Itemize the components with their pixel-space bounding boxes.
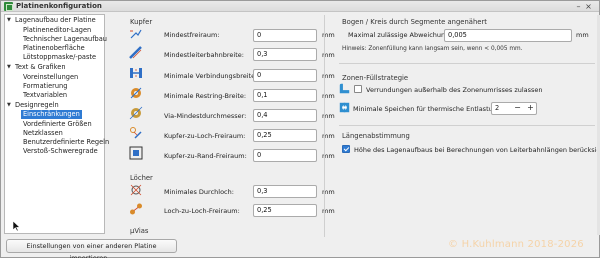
tree-item-physical-stackup[interactable]: Technischer Lagenaufbau	[23, 35, 107, 44]
tree-item-custom-rules[interactable]: Benutzerdefinierte Regeln	[23, 138, 109, 147]
title-bar: Platinenkonfiguration – ×	[1, 1, 599, 12]
thermal-relief-icon	[339, 102, 350, 113]
min-clearance-icon	[130, 29, 142, 39]
section-title-zone-fill: Zonen-Füllstrategie	[342, 74, 409, 82]
tree-item-constraints[interactable]: Einschränkungen	[21, 110, 82, 119]
min-connection-width-label: Minimale Verbindungsbreite:	[164, 72, 258, 80]
tree-item-defaults[interactable]: Voreinstellungen	[23, 73, 78, 82]
copper-hole-clearance-input[interactable]: 0,25	[253, 129, 317, 142]
section-title-arc-approximation: Bogen / Kreis durch Segmente angenähert	[342, 18, 487, 26]
min-annular-ring-label: Minimale Restring-Breite:	[164, 92, 247, 100]
board-setup-window: Platinenkonfiguration – × ▼ Lagenaufbau …	[0, 0, 600, 258]
tree-item-predefined-sizes[interactable]: Vordefinierte Größen	[23, 120, 92, 129]
min-hole-input[interactable]: 0,3	[253, 185, 317, 198]
min-track-width-label: Mindestleiterbahnbreite:	[164, 51, 244, 59]
min-spokes-value: 2	[495, 104, 500, 112]
max-deviation-label: Maximal zulässige Abweichung:	[348, 31, 452, 39]
copper-edge-clearance-label: Kupfer-zu-Rand-Freiraum:	[164, 152, 247, 160]
copyright-watermark: © H.Kuhlmann 2018-2026	[448, 239, 584, 250]
min-track-width-icon	[129, 46, 142, 59]
window-title: Platinenkonfiguration	[16, 2, 102, 10]
tree-group-text-graphics[interactable]: Text & Grafiken	[15, 63, 66, 72]
min-clearance-input[interactable]: 0	[253, 29, 317, 42]
min-clearance-label: Mindestfreiraum:	[164, 31, 220, 39]
tree-item-board-editor-layers[interactable]: Platineneditor-Lagen	[23, 26, 91, 35]
tree-item-formatting[interactable]: Formatierung	[23, 82, 67, 91]
copper-edge-clearance-input[interactable]: 0	[253, 149, 317, 162]
chevron-down-icon[interactable]: ▼	[7, 63, 14, 72]
copper-hole-clearance-icon	[130, 127, 142, 139]
min-connection-width-input[interactable]: 0	[253, 69, 317, 82]
min-track-width-input[interactable]: 0,3	[253, 48, 317, 61]
min-hole-icon	[130, 184, 142, 196]
copper-hole-clearance-label: Kupfer-zu-Loch-Freiraum:	[164, 132, 246, 140]
minus-icon[interactable]: −	[512, 103, 523, 114]
min-spokes-label: Minimale Speichen für thermische Entlast…	[353, 105, 504, 113]
max-deviation-input[interactable]: 0,005	[444, 29, 572, 42]
hole-to-hole-input[interactable]: 0,25	[253, 204, 317, 217]
tree-item-text-variables[interactable]: Textvariablen	[23, 91, 67, 100]
include-stackup-height-checkbox[interactable]	[342, 145, 350, 153]
zone-fill-hint: Hinweis: Zonenfüllung kann langsam sein,…	[342, 46, 523, 52]
tree-item-violation-severity[interactable]: Verstoß-Schweregrade	[23, 147, 98, 156]
allow-fillets-outside-label: Verrundungen außerhalb des Zonenumrisses…	[366, 86, 543, 94]
min-connection-width-icon	[130, 68, 142, 78]
min-annular-ring-icon	[130, 87, 142, 99]
min-annular-ring-input[interactable]: 0,1	[253, 89, 317, 102]
include-stackup-height-label: Höhe des Lagenaufbaus bei Berechnungen v…	[354, 146, 600, 154]
section-divider	[339, 125, 595, 126]
via-min-diameter-label: Via-Mindestdurchmesser:	[164, 112, 247, 120]
plus-icon[interactable]: +	[525, 103, 536, 114]
zone-outline-icon	[339, 83, 350, 94]
tree-group-board-stackup[interactable]: Lagenaufbau der Platine	[15, 16, 96, 25]
import-settings-button[interactable]: Einstellungen von einer anderen Platine …	[6, 239, 177, 258]
unit-label: mm	[576, 31, 589, 39]
chevron-down-icon[interactable]: ▼	[7, 16, 14, 25]
section-title-length-tuning: Längenabstimmung	[342, 132, 410, 140]
close-icon[interactable]: ×	[584, 2, 593, 11]
mouse-cursor-icon	[13, 221, 21, 231]
section-title-holes: Löcher	[130, 174, 153, 182]
chevron-down-icon[interactable]: ▼	[7, 101, 14, 110]
tree-item-board-finish[interactable]: Platinenoberfläche	[23, 44, 85, 53]
section-title-microvias: µVias	[130, 227, 149, 235]
column-divider	[324, 15, 325, 237]
hole-to-hole-label: Loch-zu-Loch-Freiraum:	[164, 207, 240, 215]
minimize-icon[interactable]: –	[574, 2, 583, 11]
tree-group-design-rules[interactable]: Designregeln	[15, 101, 59, 110]
hole-to-hole-icon	[130, 203, 142, 215]
app-icon	[4, 2, 13, 11]
min-spokes-stepper[interactable]: 2 − +	[491, 102, 537, 115]
allow-fillets-outside-checkbox[interactable]	[354, 85, 362, 93]
tree-item-net-classes[interactable]: Netzklassen	[23, 129, 63, 138]
via-min-diameter-icon	[129, 106, 143, 120]
settings-tree: ▼ Lagenaufbau der Platine Platineneditor…	[4, 14, 109, 234]
tree-item-solder-mask-paste[interactable]: Lötstoppmaske/-paste	[23, 53, 96, 62]
section-title-copper: Kupfer	[130, 18, 153, 26]
section-divider	[339, 63, 595, 64]
min-hole-label: Minimales Durchloch:	[164, 188, 234, 196]
via-min-diameter-input[interactable]: 0,4	[253, 109, 317, 122]
copper-edge-clearance-icon	[129, 146, 143, 160]
